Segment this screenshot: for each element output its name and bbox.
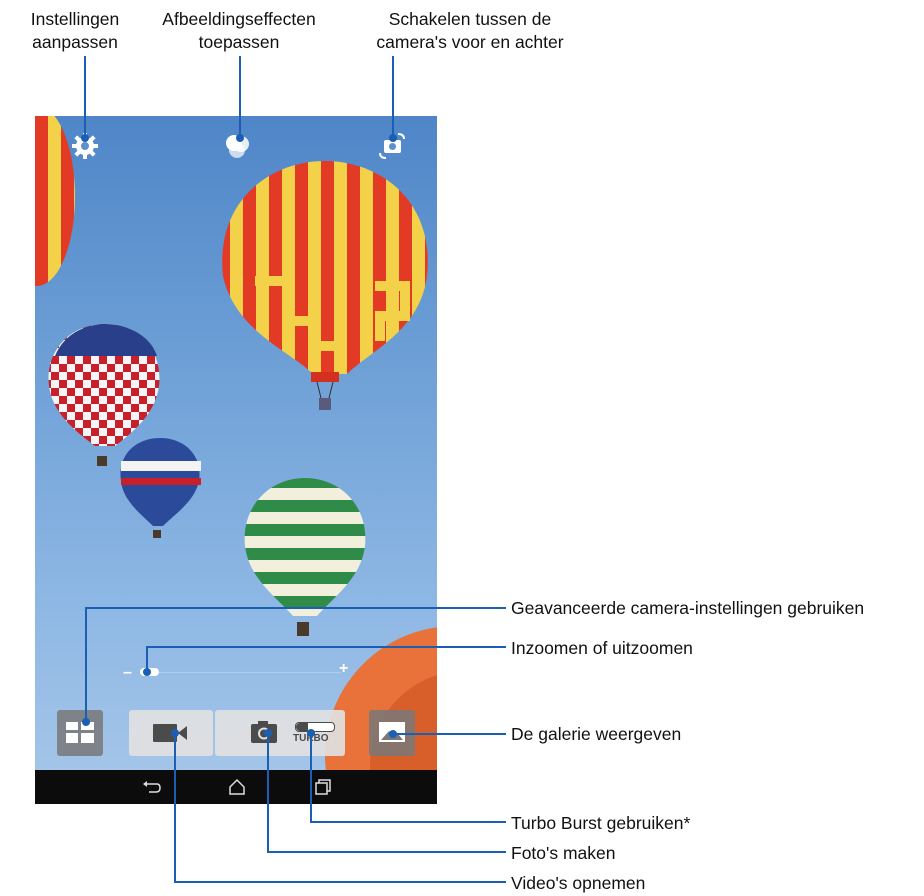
callout-advanced: Geavanceerde camera-instellingen gebruik… — [511, 598, 865, 618]
home-icon — [229, 778, 245, 795]
camera-viewfinder[interactable]: – + TURBO — [35, 116, 437, 804]
gear-icon — [72, 133, 98, 159]
gallery-button[interactable] — [369, 710, 415, 756]
zoom-in-symbol: + — [339, 660, 349, 677]
recents-icon — [315, 779, 331, 795]
home-button[interactable] — [226, 776, 248, 798]
callout-effects: Afbeeldingseffecten toepassen — [162, 9, 316, 52]
turbo-label: TURBO — [293, 733, 329, 744]
back-button[interactable] — [141, 776, 163, 798]
navigation-bar — [35, 770, 437, 804]
zoom-out-symbol: – — [123, 664, 132, 681]
record-video-button[interactable] — [129, 710, 213, 756]
settings-button[interactable] — [70, 131, 100, 161]
take-photo-button[interactable]: TURBO — [215, 710, 345, 756]
zoom-track — [141, 672, 341, 673]
callout-settings: Instellingen aanpassen — [30, 9, 120, 52]
viewfinder-image — [35, 116, 437, 804]
callout-switch-camera: Schakelen tussen de camera's voor en acht… — [376, 9, 564, 52]
recents-button[interactable] — [312, 776, 334, 798]
advanced-settings-button[interactable] — [57, 710, 103, 756]
switch-camera-button[interactable] — [377, 131, 407, 161]
zoom-thumb[interactable] — [140, 668, 159, 676]
back-icon — [143, 781, 161, 793]
turbo-toggle[interactable] — [295, 722, 335, 732]
effects-button[interactable] — [223, 131, 253, 161]
switch-camera-icon — [379, 133, 405, 159]
gallery-icon — [379, 722, 405, 742]
callout-zoom: Inzoomen of uitzoomen — [511, 638, 693, 658]
effects-icon — [226, 135, 249, 158]
callout-video: Video's opnemen — [511, 873, 646, 893]
callout-turbo: Turbo Burst gebruiken* — [511, 813, 691, 833]
video-camera-icon — [153, 724, 187, 742]
zoom-slider[interactable]: – + — [35, 656, 437, 686]
grid-icon — [66, 722, 94, 743]
callout-gallery: De galerie weergeven — [511, 724, 682, 744]
callout-photo: Foto's maken — [511, 843, 616, 863]
